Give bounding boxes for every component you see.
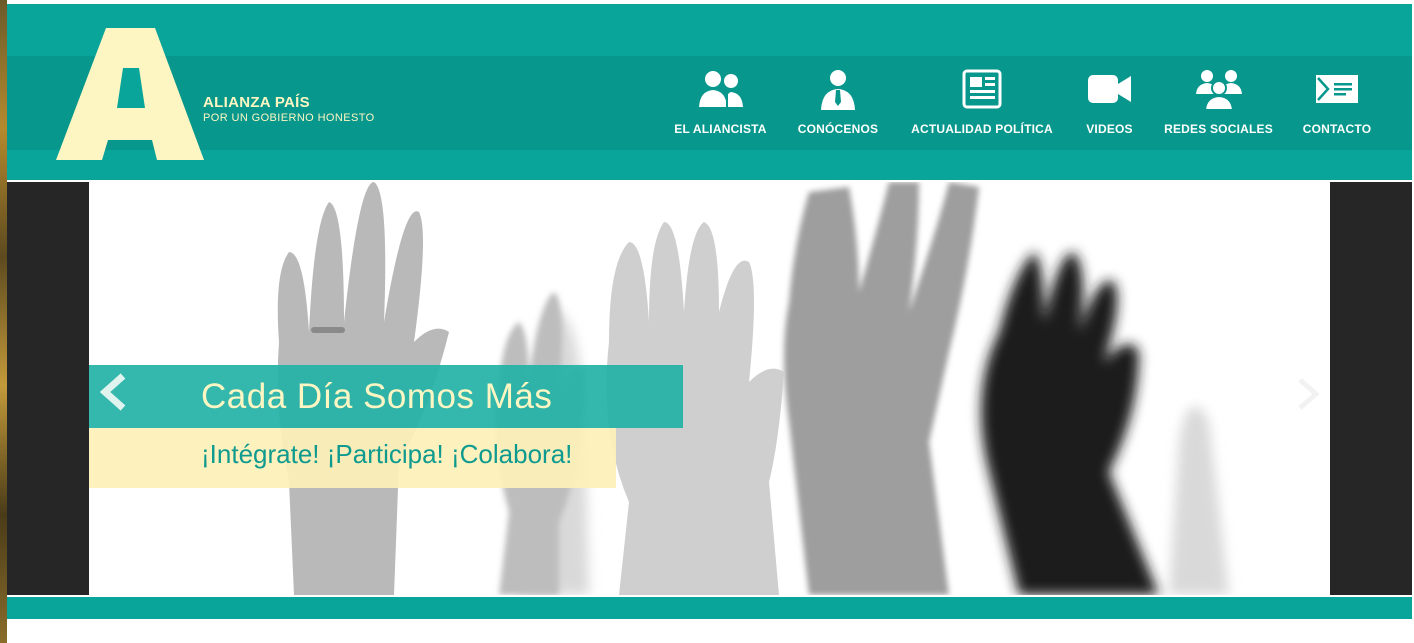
chevron-left-icon[interactable]: [99, 372, 129, 412]
footer-band: [7, 597, 1412, 619]
nav-label: EL ALIANCISTA: [674, 122, 767, 136]
nav-item-contacto[interactable]: CONTACTO: [1299, 66, 1375, 146]
nav-item-conocenos[interactable]: CONÓCENOS: [796, 66, 880, 146]
site-header: ALIANZA PAÍS POR UN GOBIERNO HONESTO EL …: [7, 4, 1412, 180]
brand-subtitle: POR UN GOBIERNO HONESTO: [203, 112, 375, 124]
users-icon: [696, 66, 746, 112]
envelope-icon: [1312, 66, 1362, 112]
hero-slider: Cada Día Somos Más ¡Intégrate! ¡Particip…: [7, 182, 1412, 595]
nav-item-el-aliancista[interactable]: EL ALIANCISTA: [674, 66, 767, 146]
nav-item-actualidad-politica[interactable]: ACTUALIDAD POLÍTICA: [909, 66, 1055, 146]
person-tie-icon: [813, 66, 863, 112]
slide-tagline: ¡Intégrate! ¡Participa! ¡Colabora!: [201, 439, 573, 469]
chevron-right-icon[interactable]: [1292, 374, 1322, 414]
brand-title[interactable]: ALIANZA PAÍS: [203, 94, 310, 111]
nav-label: CONÓCENOS: [797, 122, 879, 136]
nav-item-videos[interactable]: VIDEOS: [1083, 66, 1136, 146]
group-icon: [1194, 66, 1244, 112]
video-camera-icon: [1085, 66, 1135, 112]
nav-label: ACTUALIDAD POLÍTICA: [911, 122, 1053, 136]
nav-item-redes-sociales[interactable]: REDES SOCIALES: [1164, 66, 1273, 146]
hero-slide[interactable]: Cada Día Somos Más ¡Intégrate! ¡Particip…: [89, 182, 1330, 595]
logo-a-icon[interactable]: [56, 28, 204, 160]
nav-label: VIDEOS: [1086, 122, 1133, 136]
nav-label: CONTACTO: [1302, 122, 1372, 136]
slide-headline: Cada Día Somos Más: [201, 377, 553, 416]
nav-label: REDES SOCIALES: [1164, 122, 1273, 136]
newspaper-icon: [957, 66, 1007, 112]
background-edge: [0, 0, 7, 643]
